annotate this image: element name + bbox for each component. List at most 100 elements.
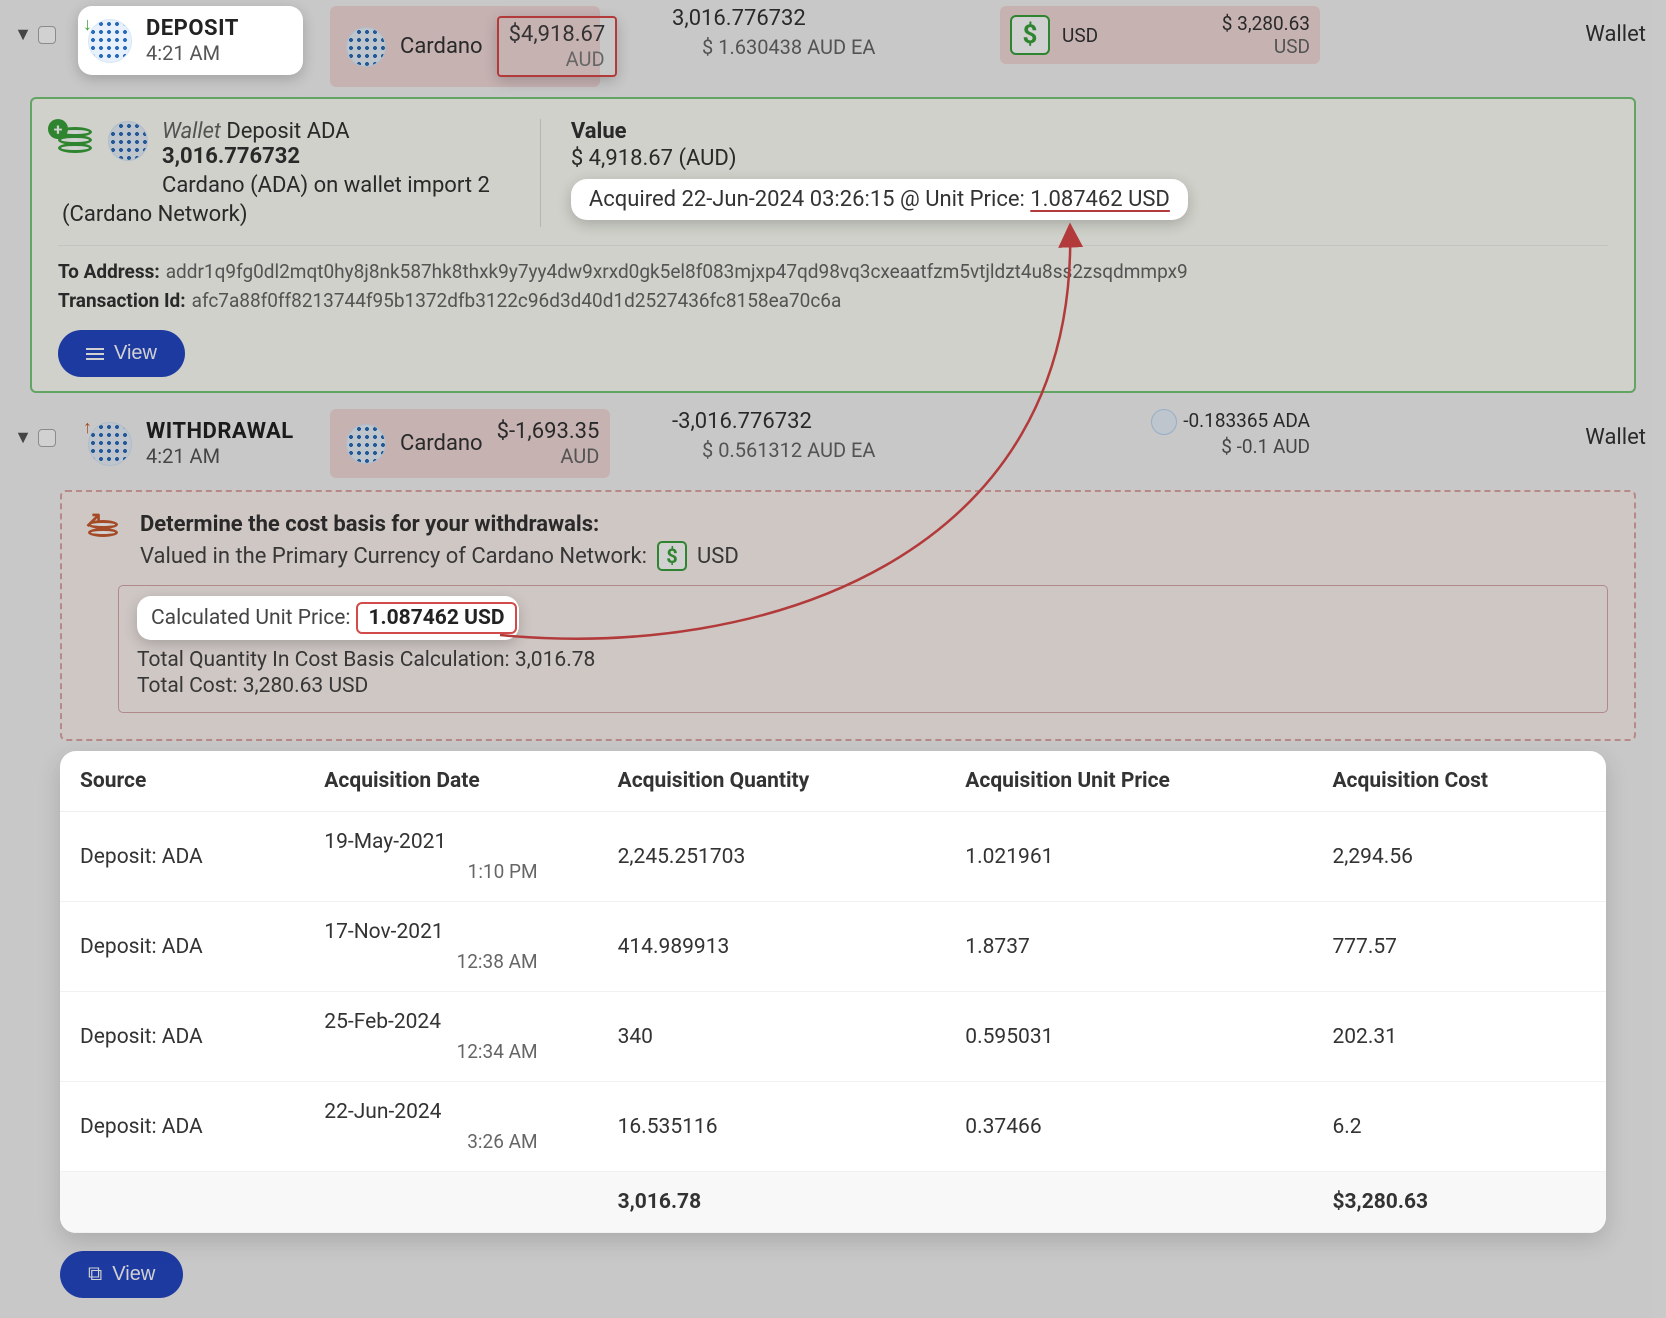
cell-unit: 1.021961 <box>945 812 1312 902</box>
view-label: View <box>114 342 157 365</box>
foot-cost: $3,280.63 <box>1312 1172 1606 1233</box>
fee-value: $ -0.1 AUD <box>1221 435 1310 458</box>
th-qty: Acquisition Quantity <box>598 751 946 812</box>
value-label: Value <box>571 119 1188 144</box>
withdrawal-fee-cell: -0.183365 ADA $ -0.1 AUD <box>1000 409 1320 458</box>
table-row: Deposit: ADA25-Feb-202412:34 AM3400.5950… <box>60 992 1606 1082</box>
detail-network: (Cardano Network) <box>62 202 490 227</box>
asset-name: Cardano <box>400 34 483 59</box>
cardano-icon <box>346 27 386 67</box>
asset-name: Cardano <box>400 431 483 456</box>
cell-source: Deposit: ADA <box>60 812 304 902</box>
withdrawal-asset-cell: Cardano $-1,693.35 AUD <box>330 409 660 478</box>
th-cost: Acquisition Cost <box>1312 751 1606 812</box>
cup-value: 1.087462 USD <box>356 602 516 634</box>
deposit-usd-cell: $ USD $ 3,280.63 USD <box>1000 6 1320 64</box>
cost-basis-panel: ↗ Determine the cost basis for your with… <box>60 490 1636 741</box>
cell-date: 22-Jun-20243:26 AM <box>304 1082 597 1172</box>
withdrawal-row: ▼ ↑ WITHDRAWAL 4:21 AM Cardano $-1,693.3… <box>0 403 1666 484</box>
cell-date: 17-Nov-202112:38 AM <box>304 902 597 992</box>
collapse-icon[interactable]: ▼ <box>14 24 32 45</box>
cardano-icon: ↑ <box>88 422 132 466</box>
cb-sub-ccy: USD <box>697 544 739 569</box>
calculation-box: Calculated Unit Price: 1.087462 USD Tota… <box>118 585 1608 713</box>
foot-qty: 3,016.78 <box>598 1172 946 1233</box>
view-button[interactable]: View <box>58 330 185 377</box>
withdrawal-rate: $ 0.561312 AUD EA <box>672 438 1000 462</box>
acquisition-table: Source Acquisition Date Acquisition Quan… <box>60 751 1606 1233</box>
cell-source: Deposit: ADA <box>60 992 304 1082</box>
cardano-icon <box>346 424 386 464</box>
txid-label: Transaction Id: <box>58 289 186 312</box>
deposit-qty: 3,016.776732 <box>672 6 1000 31</box>
deposit-row: ▼ ↓ DEPOSIT 4:21 AM Cardano $4,918.67 AU… <box>0 0 1666 93</box>
th-unit: Acquisition Unit Price <box>945 751 1312 812</box>
cell-unit: 1.8737 <box>945 902 1312 992</box>
fee-qty: -0.183365 ADA <box>1183 409 1310 432</box>
cardano-icon: ↓ <box>88 19 132 63</box>
row-checkbox[interactable] <box>38 429 56 447</box>
withdrawal-source: Wallet <box>1320 409 1666 450</box>
view-label: View <box>112 1263 155 1286</box>
cb-subtitle: Valued in the Primary Currency of Cardan… <box>140 544 647 569</box>
total-cost: Total Cost: 3,280.63 USD <box>137 674 1589 698</box>
cell-qty: 340 <box>598 992 946 1082</box>
detail-qty: 3,016.776732 <box>162 144 490 169</box>
cell-qty: 16.535116 <box>598 1082 946 1172</box>
deposit-amount-ccy: AUD <box>509 47 605 71</box>
cell-cost: 6.2 <box>1312 1082 1606 1172</box>
withdraw-stack-icon: ↗ <box>88 512 124 548</box>
deposit-type-cell[interactable]: ↓ DEPOSIT 4:21 AM <box>78 6 303 75</box>
deposit-amount: $4,918.67 <box>509 22 605 47</box>
cell-cost: 2,294.56 <box>1312 812 1606 902</box>
open-icon: ⧉ <box>88 1263 102 1286</box>
value-amount: $ 4,918.67 (AUD) <box>571 146 1188 171</box>
to-label: To Address: <box>58 260 160 283</box>
table-row: Deposit: ADA19-May-20211:10 PM2,245.2517… <box>60 812 1606 902</box>
withdrawal-label: WITHDRAWAL <box>146 419 294 444</box>
withdrawal-qty: -3,016.776732 <box>672 409 1000 434</box>
cell-cost: 202.31 <box>1312 992 1606 1082</box>
cup-label: Calculated Unit Price: <box>151 606 350 630</box>
wallet-suffix: Deposit ADA <box>226 119 349 144</box>
cardano-icon <box>108 121 148 161</box>
deposit-asset-cell: Cardano $4,918.67 AUD <box>330 6 660 87</box>
deposit-usd-amount: $ 3,280.63 <box>1222 12 1310 35</box>
deposit-source: Wallet <box>1320 6 1666 47</box>
th-source: Source <box>60 751 304 812</box>
cup-bubble: Calculated Unit Price: 1.087462 USD <box>137 596 519 640</box>
menu-icon <box>86 345 104 363</box>
deposit-usd-ccy: USD <box>1222 35 1310 58</box>
usd-icon: $ <box>657 541 687 571</box>
cb-title: Determine the cost basis for your withdr… <box>140 512 739 537</box>
collapse-icon[interactable]: ▼ <box>14 427 32 448</box>
detail-desc: Cardano (ADA) on wallet import 2 <box>162 173 490 198</box>
cell-unit: 0.37466 <box>945 1082 1312 1172</box>
withdrawal-arrow-icon: ↑ <box>83 417 92 438</box>
usd-icon: $ <box>1010 15 1050 55</box>
acq-prefix: Acquired 22-Jun-2024 03:26:15 @ Unit Pri… <box>589 187 1030 212</box>
deposit-rate: $ 1.630438 AUD EA <box>672 35 1000 59</box>
cell-date: 25-Feb-202412:34 AM <box>304 992 597 1082</box>
deposit-time: 4:21 AM <box>146 41 239 65</box>
table-row: Deposit: ADA22-Jun-20243:26 AM16.5351160… <box>60 1082 1606 1172</box>
total-qty: Total Quantity In Cost Basis Calculation… <box>137 648 1589 672</box>
deposit-stack-icon: + <box>58 125 94 161</box>
cell-qty: 414.989913 <box>598 902 946 992</box>
withdrawal-amount-ccy: AUD <box>497 444 600 468</box>
cell-unit: 0.595031 <box>945 992 1312 1082</box>
cell-source: Deposit: ADA <box>60 902 304 992</box>
withdrawal-qty-cell: -3,016.776732 $ 0.561312 AUD EA <box>660 409 1000 462</box>
table-row: Deposit: ADA17-Nov-202112:38 AM414.98991… <box>60 902 1606 992</box>
row-checkbox[interactable] <box>38 26 56 44</box>
view-button[interactable]: ⧉ View <box>60 1251 183 1298</box>
withdrawal-time: 4:21 AM <box>146 444 294 468</box>
usd-label: USD <box>1062 24 1098 47</box>
deposit-label: DEPOSIT <box>146 16 239 41</box>
deposit-detail-panel: + Wallet Deposit ADA 3,016.776732 Cardan… <box>30 97 1636 393</box>
to-address: addr1q9fg0dl2mqt0hy8j8nk587hk8thxk9y7yy4… <box>166 260 1188 283</box>
cell-cost: 777.57 <box>1312 902 1606 992</box>
withdrawal-type-cell[interactable]: ↑ WITHDRAWAL 4:21 AM <box>78 409 303 478</box>
cell-date: 19-May-20211:10 PM <box>304 812 597 902</box>
txid: afc7a88f0ff8213744f95b1372dfb3122c96d3d4… <box>192 289 842 312</box>
